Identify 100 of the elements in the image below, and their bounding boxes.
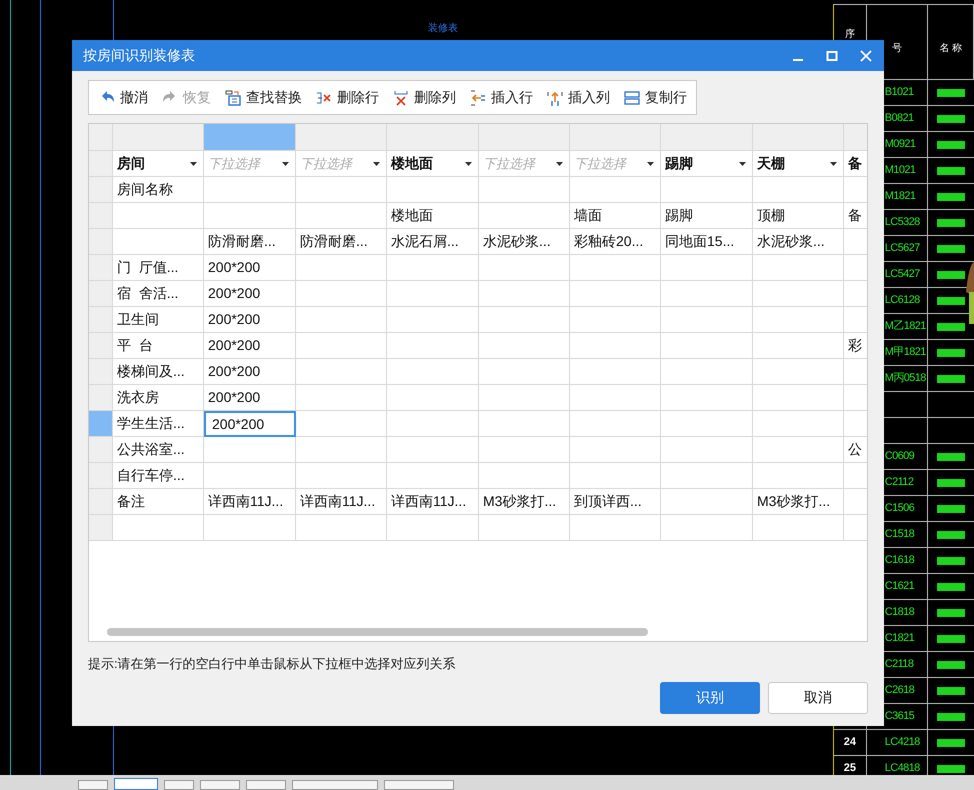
table-cell[interactable] (570, 177, 661, 203)
table-cell[interactable]: 200*200 (204, 359, 296, 385)
toolbar-button[interactable] (200, 780, 240, 790)
table-cell[interactable] (479, 385, 570, 411)
table-cell[interactable] (570, 515, 661, 541)
row-header[interactable] (89, 151, 113, 177)
table-cell[interactable] (479, 359, 570, 385)
table-cell[interactable] (661, 463, 753, 489)
column-header[interactable] (753, 124, 844, 151)
cancel-button[interactable]: 取消 (768, 682, 868, 714)
table-cell[interactable] (661, 255, 753, 281)
table-cell[interactable] (479, 411, 570, 437)
table-cell[interactable] (570, 463, 661, 489)
row-header[interactable] (89, 359, 113, 385)
table-cell[interactable]: 备注 (113, 489, 204, 515)
table-cell[interactable]: 详西南11J... (204, 489, 296, 515)
table-cell[interactable]: 宿 舍活... (113, 281, 204, 307)
table-cell[interactable]: 踢脚 (661, 203, 753, 229)
table-cell[interactable] (753, 255, 844, 281)
row-header[interactable] (89, 255, 113, 281)
table-cell[interactable]: 墙面 (570, 203, 661, 229)
table-cell[interactable] (113, 229, 204, 255)
table-cell[interactable]: 楼梯间及... (113, 359, 204, 385)
row-header[interactable] (89, 333, 113, 359)
table-cell[interactable] (204, 437, 296, 463)
table-cell[interactable]: 平 台 (113, 333, 204, 359)
toolbar-button[interactable]: 复制行 (618, 84, 692, 112)
table-cell[interactable] (661, 411, 753, 437)
table-cell[interactable] (479, 255, 570, 281)
row-header[interactable] (89, 411, 113, 437)
header-cell[interactable]: 踢脚 (661, 151, 753, 177)
toolbar-button[interactable]: 插入行 (464, 84, 538, 112)
table-cell[interactable]: 到顶详西... (570, 489, 661, 515)
column-dropdown[interactable]: 楼地面 (391, 153, 472, 174)
table-cell[interactable]: M3砂浆打... (479, 489, 570, 515)
table-cell[interactable] (296, 463, 387, 489)
table-cell[interactable] (296, 411, 387, 437)
toolbar-button[interactable] (292, 780, 378, 790)
table-cell[interactable]: 水泥砂浆... (753, 229, 844, 255)
table-cell[interactable] (479, 515, 570, 541)
table-cell[interactable]: 房间名称 (113, 177, 204, 203)
table-cell[interactable] (479, 177, 570, 203)
table-cell[interactable] (661, 489, 753, 515)
table-cell[interactable]: 200*200 (204, 333, 296, 359)
column-dropdown[interactable]: 踢脚 (665, 153, 746, 174)
table-cell[interactable]: 学生生活... (113, 411, 204, 437)
toolbar-button[interactable]: 查找替换 (219, 84, 307, 112)
table-cell[interactable] (113, 515, 204, 541)
table-cell[interactable]: 200*200 (204, 411, 296, 437)
toolbar-button[interactable]: 删除列 (387, 84, 461, 112)
table-cell[interactable] (661, 359, 753, 385)
table-cell[interactable] (753, 333, 844, 359)
table-cell[interactable] (296, 385, 387, 411)
toolbar-button[interactable] (384, 780, 454, 790)
table-cell[interactable] (479, 307, 570, 333)
table-cell[interactable] (753, 359, 844, 385)
column-header[interactable] (296, 124, 387, 151)
table-cell[interactable] (570, 437, 661, 463)
row-header[interactable] (89, 437, 113, 463)
table-cell[interactable] (753, 281, 844, 307)
column-header[interactable] (387, 124, 479, 151)
table-cell[interactable]: 防滑耐磨... (296, 229, 387, 255)
table-cell[interactable] (296, 515, 387, 541)
maximize-icon[interactable] (826, 50, 838, 62)
table-cell[interactable] (753, 463, 844, 489)
table-cell[interactable]: 备 (844, 203, 867, 229)
table-cell[interactable]: 详西南11J... (387, 489, 479, 515)
toolbar-button[interactable] (246, 780, 286, 790)
table-cell[interactable] (570, 333, 661, 359)
row-header[interactable] (89, 177, 113, 203)
table-cell[interactable] (661, 385, 753, 411)
header-cell[interactable]: 天棚 (753, 151, 844, 177)
recognize-button[interactable]: 识别 (660, 682, 760, 714)
table-cell[interactable]: 200*200 (204, 385, 296, 411)
table-cell[interactable] (753, 177, 844, 203)
table-cell[interactable] (570, 411, 661, 437)
row-header[interactable] (89, 489, 113, 515)
column-header[interactable] (570, 124, 661, 151)
table-cell[interactable]: 同地面15... (661, 229, 753, 255)
row-header[interactable] (89, 203, 113, 229)
row-header[interactable] (89, 307, 113, 333)
table-cell[interactable] (753, 307, 844, 333)
row-header[interactable] (89, 515, 113, 541)
column-header[interactable] (113, 124, 204, 151)
table-cell[interactable] (204, 177, 296, 203)
table-cell[interactable]: 200*200 (204, 307, 296, 333)
table-cell[interactable] (296, 255, 387, 281)
table-cell[interactable] (570, 359, 661, 385)
table-cell[interactable] (661, 333, 753, 359)
table-cell[interactable]: 公共浴室... (113, 437, 204, 463)
table-cell[interactable] (387, 463, 479, 489)
toolbar-button[interactable]: 插入列 (541, 84, 615, 112)
table-cell[interactable] (479, 463, 570, 489)
table-cell[interactable]: 彩 (844, 333, 867, 359)
table-cell[interactable] (296, 203, 387, 229)
table-cell[interactable] (204, 515, 296, 541)
table-cell[interactable] (479, 333, 570, 359)
table-cell[interactable] (661, 515, 753, 541)
row-header[interactable] (89, 463, 113, 489)
table-cell[interactable] (387, 515, 479, 541)
